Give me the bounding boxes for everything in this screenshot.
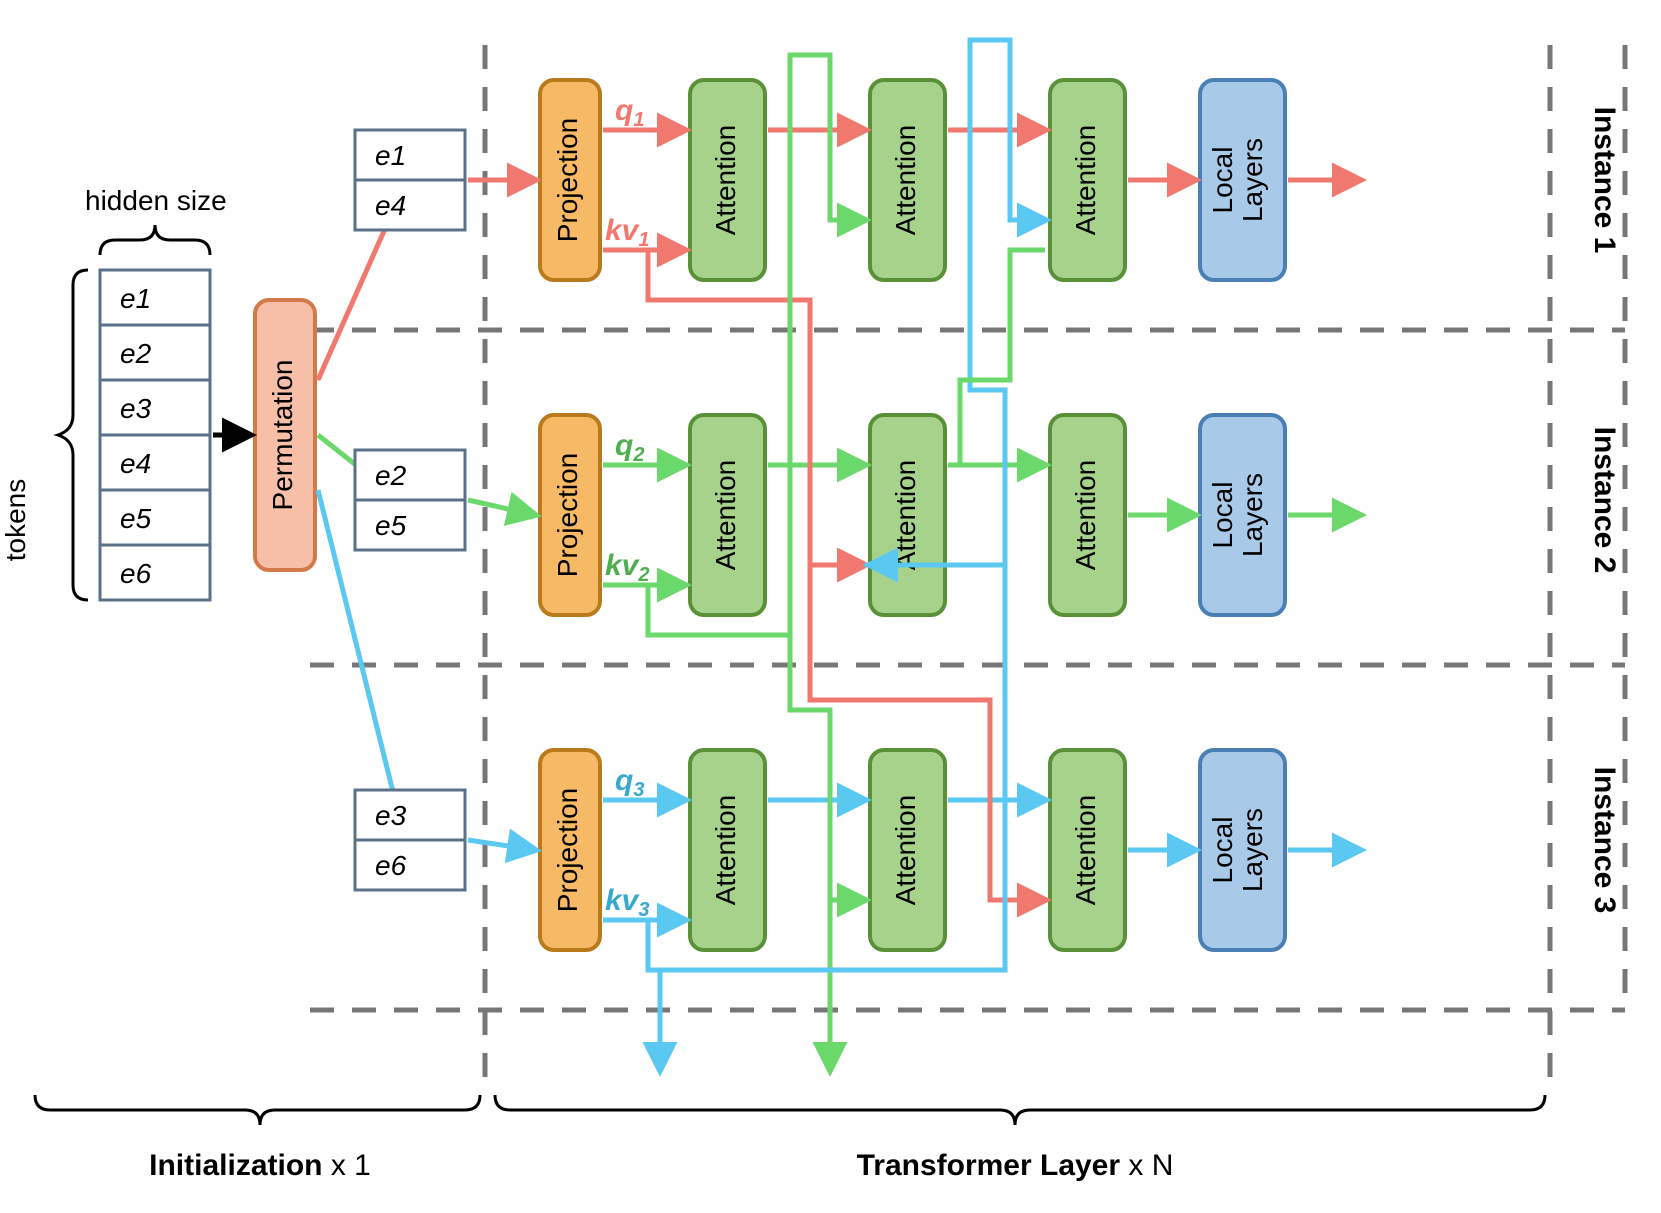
split-instance1: e1 e4 xyxy=(355,130,465,230)
xf-section-label: Transformer Layer x N xyxy=(857,1149,1174,1182)
attention-label: Attention xyxy=(710,795,741,906)
q3-label: q3 xyxy=(615,764,644,801)
token-cell: e4 xyxy=(120,448,151,479)
local-layers-label: Local xyxy=(1207,147,1238,214)
attention-label: Attention xyxy=(890,460,921,571)
attention-label: Attention xyxy=(710,460,741,571)
local-layers-label: Layers xyxy=(1237,473,1268,557)
local-layers-label: Local xyxy=(1207,817,1238,884)
kv2-label: kv2 xyxy=(605,549,650,586)
instance3-label: Instance 3 xyxy=(1588,767,1621,914)
split-instance2: e2 e5 xyxy=(355,450,465,550)
split-cell: e3 xyxy=(375,800,407,831)
attention-label: Attention xyxy=(1070,460,1101,571)
token-cell: e2 xyxy=(120,338,152,369)
kv3-label: kv3 xyxy=(605,884,650,921)
attention-label: Attention xyxy=(710,125,741,236)
init-section-label: Initialization x 1 xyxy=(149,1149,371,1182)
permutation-label: Permutation xyxy=(267,360,298,511)
local-layers-label: Layers xyxy=(1237,808,1268,892)
attention-label: Attention xyxy=(1070,795,1101,906)
split-cell: e2 xyxy=(375,460,407,491)
token-stack: e1 e2 e3 e4 e5 e6 xyxy=(100,270,210,600)
projection-label: Projection xyxy=(552,788,583,913)
instance2-label: Instance 2 xyxy=(1588,427,1621,574)
split-cell: e1 xyxy=(375,140,406,171)
attention-label: Attention xyxy=(1070,125,1101,236)
split-cell: e5 xyxy=(375,510,407,541)
attention-label: Attention xyxy=(890,125,921,236)
token-cell: e6 xyxy=(120,558,152,589)
diagram-canvas: e1 e2 e3 e4 e5 e6 hidden size tokens Per… xyxy=(0,0,1661,1213)
q1-label: q1 xyxy=(615,94,644,131)
tokens-label: tokens xyxy=(0,479,31,562)
split-cell: e6 xyxy=(375,850,407,881)
split-instance3: e3 e6 xyxy=(355,790,465,890)
token-cell: e1 xyxy=(120,283,151,314)
token-cell: e3 xyxy=(120,393,152,424)
kv1-label: kv1 xyxy=(605,214,650,251)
projection-label: Projection xyxy=(552,453,583,578)
q2-label: q2 xyxy=(615,429,644,466)
projection-label: Projection xyxy=(552,118,583,243)
attention-label: Attention xyxy=(890,795,921,906)
split-cell: e4 xyxy=(375,190,406,221)
local-layers-label: Local xyxy=(1207,482,1238,549)
hidden-size-label: hidden size xyxy=(85,185,227,216)
local-layers-label: Layers xyxy=(1237,138,1268,222)
instance1-label: Instance 1 xyxy=(1588,107,1621,254)
token-cell: e5 xyxy=(120,503,152,534)
